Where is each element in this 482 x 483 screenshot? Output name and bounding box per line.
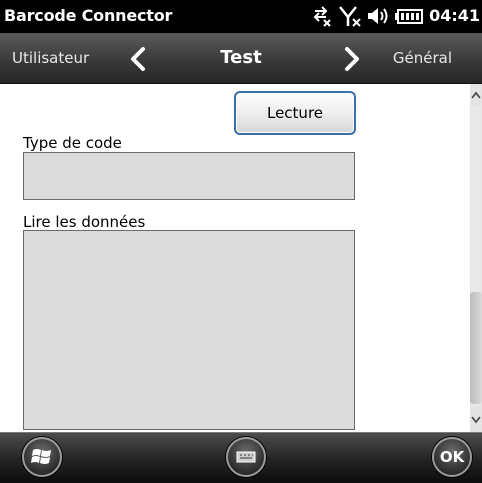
app-title: Barcode Connector <box>4 6 173 25</box>
nav-next-link[interactable]: Général <box>393 49 452 67</box>
volume-icon <box>368 8 388 24</box>
header-nav-bar: Utilisateur Test Général <box>0 33 482 84</box>
code-type-field[interactable] <box>23 152 355 200</box>
read-data-label: Lire les données <box>23 213 146 231</box>
chevron-left-icon[interactable] <box>128 47 148 71</box>
windows-start-icon <box>31 449 51 464</box>
ok-button[interactable]: OK <box>432 437 472 477</box>
nav-prev-link[interactable]: Utilisateur <box>12 49 89 67</box>
scroll-up-icon[interactable] <box>470 89 482 101</box>
battery-icon <box>395 9 423 24</box>
vertical-scrollbar[interactable] <box>470 84 482 432</box>
keyboard-button[interactable] <box>226 437 266 477</box>
signal-off-icon <box>339 6 361 27</box>
chevron-right-icon[interactable] <box>342 47 362 71</box>
scroll-down-icon[interactable] <box>470 414 482 426</box>
data-sync-icon <box>313 6 331 27</box>
main-content: Lecture Type de code Lire les données <box>0 84 482 432</box>
clock: 04:41 <box>429 6 480 25</box>
scroll-thumb[interactable] <box>470 292 482 404</box>
start-button[interactable] <box>22 437 62 477</box>
ok-label: OK <box>439 448 465 466</box>
softkey-bar: OK <box>0 432 482 483</box>
read-button[interactable]: Lecture <box>234 91 356 135</box>
keyboard-icon <box>236 451 256 463</box>
read-data-field[interactable] <box>23 230 355 430</box>
status-bar: Barcode Connector 04:41 <box>0 0 482 33</box>
code-type-label: Type de code <box>23 134 122 152</box>
